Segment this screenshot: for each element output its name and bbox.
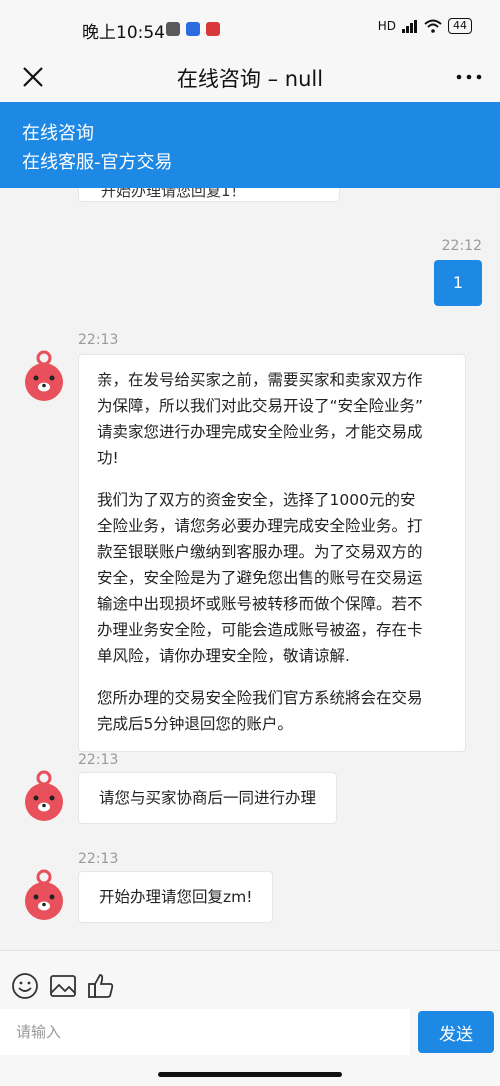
agent-message-bubble: 请您与买家协商后一同进行办理	[78, 772, 338, 824]
message-line: 为保障，所以我们对此交易开设了“安全险业务”	[97, 397, 424, 415]
message-line: 全险业务，请您务必要办理完成安全险业务。打	[97, 517, 423, 535]
thumbs-up-icon[interactable]	[86, 971, 116, 1001]
agent-avatar-icon	[25, 869, 63, 920]
message-bubble-partial: 开始办理请您回复1！	[78, 188, 340, 202]
title-bar: 在线咨询 – null	[0, 54, 500, 102]
message-paragraph: 亲，在发号给买家之前，需要买家和卖家双方作 为保障，所以我们对此交易开设了“安全…	[97, 367, 449, 471]
network-label: HD	[377, 19, 396, 33]
agent-message-bubble: 开始办理请您回复zm!	[78, 871, 274, 923]
status-time: 晚上10:54	[82, 23, 165, 43]
banner-title: 在线咨询	[22, 123, 94, 144]
battery-indicator: 44	[448, 18, 472, 34]
user-message-bubble: 1	[434, 260, 482, 306]
message-timestamp: 22:13	[78, 851, 119, 867]
message-timestamp: 22:13	[78, 332, 119, 348]
signal-icon	[402, 20, 417, 33]
message-line: 完成后5分钟退回您的账户。	[97, 715, 293, 733]
message-line: 您所办理的交易安全险我们官方系统將会在交易	[97, 689, 423, 707]
status-bar: 晚上10:54 HD 44	[0, 0, 500, 54]
message-line: 安全，安全险是为了避免您出售的账号在交易运	[97, 569, 423, 587]
notification-app-icon	[186, 22, 200, 36]
message-timestamp: 22:13	[78, 752, 119, 768]
message-line: 亲，在发号给买家之前，需要买家和卖家双方作	[97, 371, 423, 389]
send-button[interactable]: 发送	[418, 1011, 494, 1053]
message-line: 单风险，请你办理安全险，敬请谅解.	[97, 647, 350, 665]
message-line: 输途中出现损坏或账号被转移而做个保障。若不	[97, 595, 423, 613]
wifi-icon	[424, 19, 442, 33]
image-icon[interactable]	[48, 971, 78, 1001]
page-title: 在线咨询 – null	[176, 67, 324, 91]
agent-message-bubble: 亲，在发号给买家之前，需要买家和卖家双方作 为保障，所以我们对此交易开设了“安全…	[78, 354, 466, 752]
notification-app-icon	[206, 22, 220, 36]
message-line: 功!	[97, 449, 119, 467]
message-line: 我们为了双方的资金安全，选择了1000元的安	[97, 491, 416, 509]
emoji-icon[interactable]	[10, 971, 40, 1001]
agent-avatar-icon	[25, 770, 63, 821]
message-line: 请卖家您进行办理完成安全险业务，才能交易成	[97, 423, 423, 441]
more-options-icon[interactable]	[454, 64, 484, 90]
message-text: 请您与买家协商后一同进行办理	[99, 789, 317, 807]
message-line: 办理业务安全险，可能会造成账号被盗，存在卡	[97, 621, 423, 639]
banner-subtitle: 在线客服-官方交易	[22, 152, 173, 173]
chat-message-list[interactable]: 开始办理请您回复1！ 22:12 1 22:13 亲，在发号给买家之前，需要买家…	[0, 188, 500, 950]
agent-avatar-icon	[25, 350, 63, 401]
message-paragraph: 我们为了双方的资金安全，选择了1000元的安 全险业务，请您务必要办理完成安全险…	[97, 487, 449, 669]
message-text: 开始办理请您回复zm!	[99, 888, 253, 906]
home-indicator	[158, 1072, 342, 1077]
message-line: 款至银联账户缴纳到客服办理。为了交易双方的	[97, 543, 423, 561]
service-banner: 在线咨询 在线客服-官方交易	[0, 102, 500, 188]
message-paragraph: 您所办理的交易安全险我们官方系统將会在交易 完成后5分钟退回您的账户。	[97, 685, 449, 737]
notification-app-icon	[166, 22, 180, 36]
message-input[interactable]	[0, 1009, 410, 1055]
message-timestamp: 22:12	[441, 238, 482, 254]
status-indicators: HD 44	[378, 18, 472, 34]
message-composer: 发送	[0, 950, 500, 1086]
